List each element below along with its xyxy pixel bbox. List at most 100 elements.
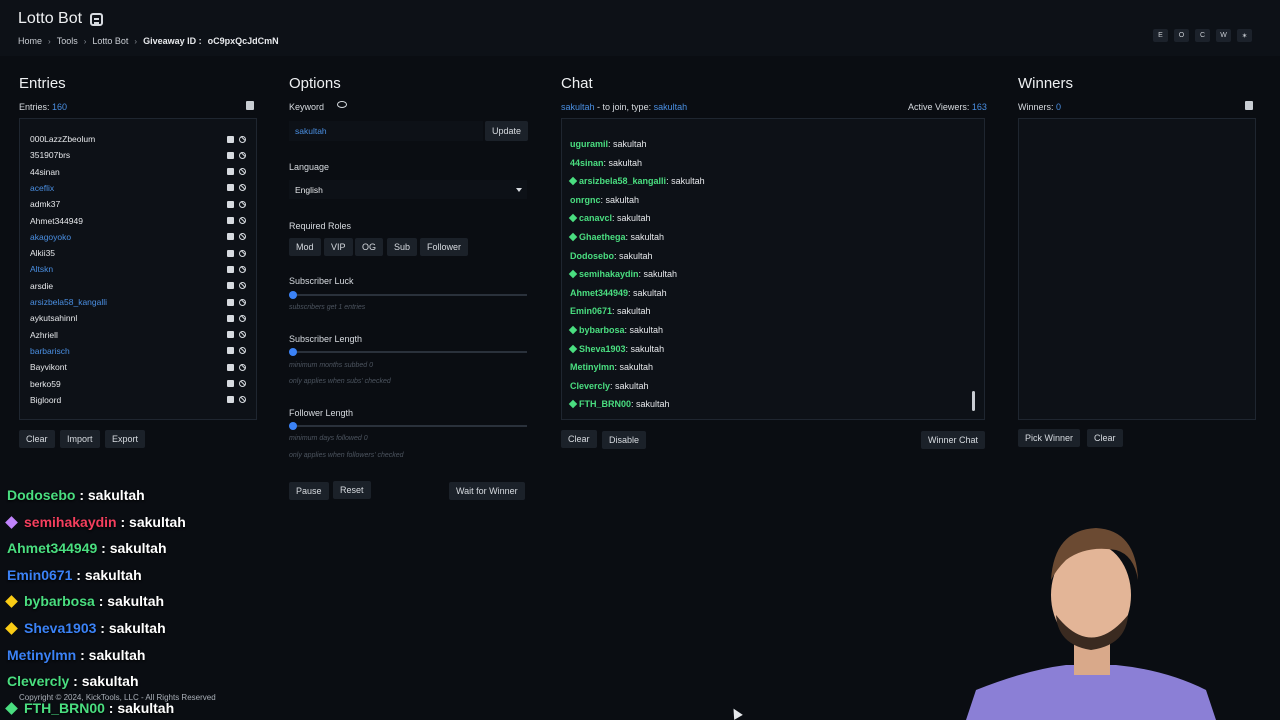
winners-clear-button[interactable]: Clear — [1087, 429, 1123, 447]
role-mod-button[interactable]: Mod — [289, 238, 321, 256]
entry-name: Bigloord — [30, 394, 62, 405]
remove-entry-icon[interactable] — [227, 331, 234, 339]
ban-icon[interactable] — [239, 168, 246, 176]
chat-username[interactable]: semihakaydin — [579, 269, 639, 279]
remove-entry-icon[interactable] — [227, 298, 234, 306]
chat-text: : sakultah — [624, 325, 664, 335]
chat-username[interactable]: Ghaethega — [579, 232, 626, 242]
slider-knob[interactable] — [289, 422, 297, 430]
remove-entry-icon[interactable] — [227, 168, 234, 176]
breadcrumb-tools[interactable]: Tools — [57, 36, 78, 46]
overlay-text: : sakultah — [75, 487, 145, 503]
chat-clear-button[interactable]: Clear — [561, 430, 597, 448]
pick-winner-button[interactable]: Pick Winner — [1018, 429, 1081, 447]
remove-entry-icon[interactable] — [227, 282, 234, 290]
ban-icon[interactable] — [239, 217, 246, 224]
remove-entry-icon[interactable] — [227, 184, 234, 192]
language-select[interactable]: English — [289, 180, 527, 199]
chat-username[interactable]: uguramil — [570, 139, 608, 149]
chat-username[interactable]: Dodosebo — [570, 251, 614, 261]
ban-icon[interactable] — [239, 200, 246, 208]
reset-button[interactable]: Reset — [333, 481, 371, 499]
ban-icon[interactable] — [239, 184, 246, 192]
chat-disable-button[interactable]: Disable — [602, 431, 647, 449]
wait-for-winner-button[interactable]: Wait for Winner — [449, 482, 525, 500]
ban-icon[interactable] — [239, 380, 246, 387]
robot-icon — [90, 12, 104, 26]
remove-entry-icon[interactable] — [227, 265, 234, 273]
follower-length-slider[interactable] — [289, 422, 527, 430]
chat-username[interactable]: Metinylmn — [570, 362, 615, 372]
chat-username[interactable]: Sheva1903 — [579, 344, 626, 354]
subscriber-luck-slider[interactable] — [289, 291, 527, 299]
chat-username[interactable]: Ahmet344949 — [570, 288, 628, 298]
chat-scrollbar[interactable] — [972, 391, 975, 411]
slider-knob[interactable] — [289, 348, 297, 356]
role-og-button[interactable]: OG — [355, 238, 384, 256]
ban-icon[interactable] — [239, 396, 246, 404]
follower-length-hint-text: minimum days followed — [289, 435, 362, 442]
remove-entry-icon[interactable] — [227, 151, 234, 159]
ban-icon[interactable] — [239, 135, 246, 143]
subscriber-length-slider[interactable] — [289, 348, 527, 356]
breadcrumb-home[interactable]: Home — [18, 36, 42, 46]
remove-entry-icon[interactable] — [227, 135, 234, 143]
copy-icon[interactable] — [1245, 101, 1253, 110]
ban-icon[interactable] — [239, 331, 246, 339]
entry-name: arsdie — [30, 280, 54, 291]
remove-entry-icon[interactable] — [227, 380, 234, 387]
entries-export-button[interactable]: Export — [105, 430, 146, 448]
update-button[interactable]: Update — [485, 121, 529, 141]
remove-entry-icon[interactable] — [227, 200, 234, 208]
role-vip-button[interactable]: VIP — [324, 238, 353, 256]
role-follower-button[interactable]: Follower — [420, 238, 469, 256]
sparkle-icon[interactable]: ✶ — [1237, 29, 1252, 42]
theme-button-c[interactable]: C — [1195, 29, 1210, 42]
pause-button[interactable]: Pause — [289, 482, 329, 500]
theme-button-w[interactable]: W — [1216, 29, 1231, 42]
chat-username[interactable]: Emin0671 — [570, 306, 612, 316]
chat-username[interactable]: onrgnc — [570, 195, 601, 205]
remove-entry-icon[interactable] — [227, 249, 234, 257]
chat-username[interactable]: Clevercly — [570, 381, 610, 391]
ban-icon[interactable] — [239, 151, 246, 159]
subscriber-length-hint-text: minimum months subbed — [289, 362, 368, 369]
remove-entry-icon[interactable] — [227, 347, 234, 355]
entry-name: aceflix — [30, 182, 55, 193]
keyword-input[interactable]: sakultah — [289, 121, 483, 141]
ban-icon[interactable] — [239, 363, 246, 371]
slider-knob[interactable] — [289, 291, 297, 299]
ban-icon[interactable] — [239, 282, 246, 290]
chat-username[interactable]: FTH_BRN00 — [579, 399, 631, 409]
copy-icon[interactable] — [246, 101, 254, 110]
chat-text: : sakultah — [638, 269, 678, 280]
remove-entry-icon[interactable] — [227, 363, 234, 371]
ban-icon[interactable] — [239, 347, 246, 355]
breadcrumb-lotto-bot[interactable]: Lotto Bot — [92, 36, 128, 46]
chat-username[interactable]: 44sinan — [570, 158, 604, 168]
entries-import-button[interactable]: Import — [60, 430, 100, 448]
theme-button-o[interactable]: O — [1174, 29, 1189, 42]
remove-entry-icon[interactable] — [227, 233, 234, 241]
chat-message: bybarbosa: sakultah — [568, 325, 664, 335]
chat-username[interactable]: bybarbosa — [579, 325, 625, 335]
remove-entry-icon[interactable] — [227, 314, 234, 322]
role-sub-button[interactable]: Sub — [387, 238, 418, 256]
entries-clear-button[interactable]: Clear — [19, 430, 55, 448]
ban-icon[interactable] — [239, 265, 246, 273]
giveaway-id-value: oC9pxQcJdCmN — [207, 36, 279, 46]
eye-icon[interactable] — [337, 101, 347, 108]
badge-icon — [568, 344, 578, 353]
chat-username[interactable]: canavcl — [579, 213, 612, 223]
ban-icon[interactable] — [239, 298, 246, 306]
ban-icon[interactable] — [239, 233, 246, 241]
chat-username[interactable]: arsizbela58_kangalli — [579, 176, 666, 186]
theme-button-e[interactable]: E — [1153, 29, 1168, 42]
chevron-right-icon: › — [83, 36, 87, 46]
remove-entry-icon[interactable] — [227, 217, 234, 224]
ban-icon[interactable] — [239, 249, 246, 257]
entry-row: Ahmet344949 — [30, 213, 246, 229]
remove-entry-icon[interactable] — [227, 396, 234, 404]
ban-icon[interactable] — [239, 314, 246, 322]
winner-chat-button[interactable]: Winner Chat — [921, 431, 986, 449]
